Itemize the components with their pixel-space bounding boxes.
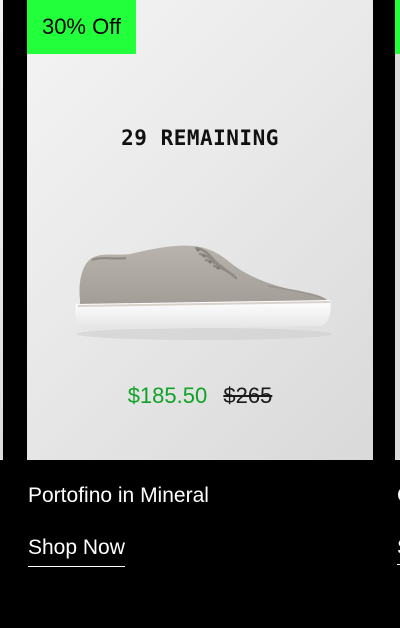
stock-remaining-label: 29 REMAINING — [121, 126, 279, 150]
next-product-card[interactable] — [395, 0, 400, 460]
shop-now-link[interactable]: Shop Now — [28, 536, 125, 567]
product-title[interactable]: Portofino in Mineral — [28, 484, 209, 508]
product-image[interactable] — [68, 234, 336, 344]
original-price: $265 — [223, 383, 273, 408]
next-discount-badge — [395, 0, 400, 54]
discount-badge: 30% Off — [27, 0, 136, 54]
product-carousel: 30% Off 29 REMAINING $185.50 $265 Portof… — [0, 0, 400, 628]
price-row: $185.50 $265 — [27, 383, 373, 409]
sale-price: $185.50 — [127, 383, 208, 408]
previous-card-edge — [0, 0, 3, 460]
sneaker-image-icon — [75, 245, 332, 340]
